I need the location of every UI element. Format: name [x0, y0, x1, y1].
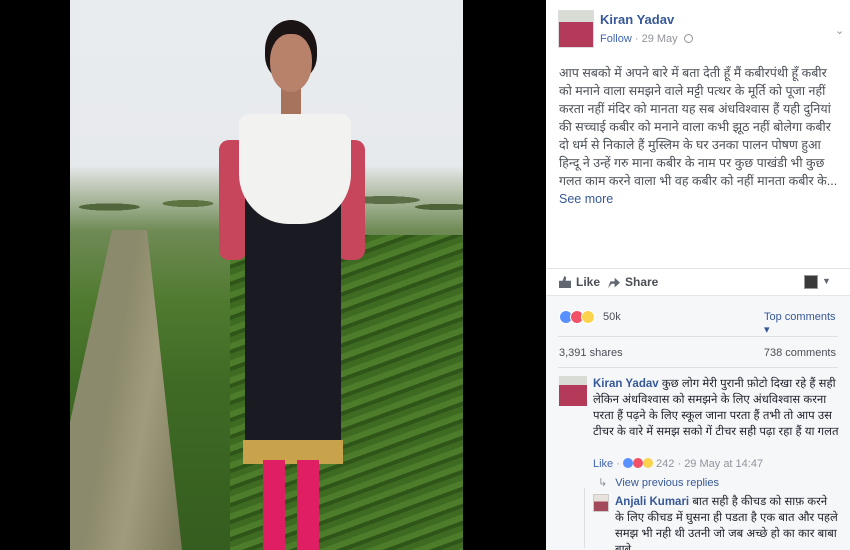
viewer-avatar[interactable]	[804, 275, 818, 289]
meta-separator: ·	[634, 33, 642, 45]
divider	[558, 336, 838, 337]
reply-body: Anjali Kumari बात सही है कीचड को साफ़ कर…	[615, 494, 839, 550]
love-reaction-icon	[632, 458, 643, 468]
thumbs-up-icon	[559, 276, 571, 288]
chevron-down-icon[interactable]: ⌄	[835, 24, 845, 37]
view-previous-replies-link[interactable]: ↳ View previous replies	[598, 476, 719, 489]
reply-thread-line	[584, 488, 585, 548]
replier-name[interactable]: Anjali Kumari	[615, 496, 689, 508]
reactions-summary[interactable]: 50k Top comments ▾	[559, 310, 839, 336]
top-comments-dropdown[interactable]: Top comments ▾	[764, 311, 839, 336]
post-body: आप सबको में अपने बारे में बता देती हूँ म…	[559, 64, 841, 208]
comment-body: Kiran Yadav कुछ लोग मेरी पुरानी फ़ोटो दि…	[593, 376, 841, 440]
commenter-name[interactable]: Kiran Yadav	[593, 378, 659, 390]
like-reaction-icon	[622, 458, 633, 468]
chevron-down-icon[interactable]: ▼	[822, 276, 831, 286]
globe-icon	[683, 34, 693, 43]
post-photo[interactable]	[70, 0, 463, 550]
post-side-panel: Kiran Yadav Follow · 29 May ⌄ आप सबको मे…	[546, 0, 850, 550]
person-figure	[215, 20, 365, 550]
share-icon	[608, 277, 620, 288]
reaction-count: 50k	[603, 311, 621, 323]
post-text: आप सबको में अपने बारे में बता देती हूँ म…	[559, 66, 838, 188]
author-avatar[interactable]	[558, 10, 594, 48]
post-actions-bar: Like Share ▼	[546, 268, 850, 296]
feedback-section: 50k Top comments ▾ 3,391 shares 738 comm…	[546, 296, 850, 550]
footer-separator: ·	[616, 458, 620, 470]
like-label: Like	[576, 275, 601, 289]
post-meta: Follow · 29 May	[600, 33, 693, 45]
shares-count[interactable]: 3,391 shares	[559, 347, 623, 359]
dirt-path	[70, 230, 182, 550]
divider	[558, 367, 838, 368]
wow-reaction-icon	[642, 458, 653, 468]
reply-arrow-icon: ↳	[598, 477, 608, 489]
commenter-avatar[interactable]	[559, 376, 587, 406]
wow-reaction-icon	[581, 310, 595, 324]
comment-timestamp[interactable]: · 29 May at 14:47	[677, 458, 763, 470]
comment-like-button[interactable]: Like	[593, 458, 613, 470]
post-date[interactable]: 29 May	[642, 33, 678, 45]
see-more-link[interactable]: See more	[559, 192, 613, 206]
post-header: Kiran Yadav Follow · 29 May ⌄	[558, 10, 845, 50]
photo-viewer	[0, 0, 546, 550]
follow-button[interactable]: Follow	[600, 33, 632, 45]
replier-avatar[interactable]	[593, 494, 609, 512]
comments-count[interactable]: 738 comments	[756, 347, 836, 359]
comment-footer: Like · 242 · 29 May at 14:47	[593, 458, 763, 470]
author-name[interactable]: Kiran Yadav	[600, 12, 674, 27]
comment-reaction-count[interactable]: 242	[656, 458, 674, 470]
share-label: Share	[625, 275, 659, 289]
share-button[interactable]: Share	[608, 275, 658, 289]
like-button[interactable]: Like	[559, 275, 600, 289]
view-previous-label: View previous replies	[615, 477, 719, 489]
